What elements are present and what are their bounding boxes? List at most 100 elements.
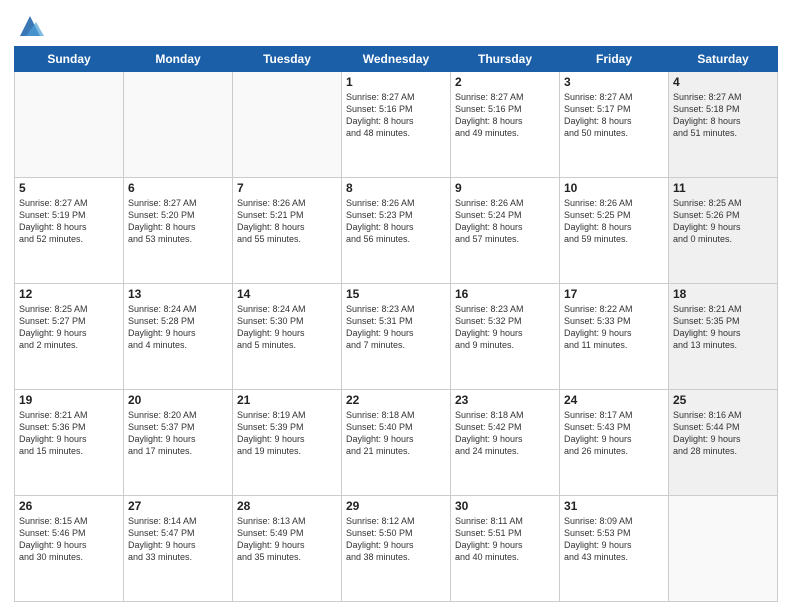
calendar-cell: 13 Sunrise: 8:24 AM Sunset: 5:28 PM Dayli… — [124, 284, 233, 390]
day-info: Sunrise: 8:26 AM Sunset: 5:25 PM Dayligh… — [564, 197, 664, 246]
weekday-header-friday: Friday — [560, 47, 669, 72]
day-info: Sunrise: 8:27 AM Sunset: 5:16 PM Dayligh… — [346, 91, 446, 140]
day-number: 10 — [564, 181, 664, 195]
day-number: 15 — [346, 287, 446, 301]
day-info: Sunrise: 8:23 AM Sunset: 5:32 PM Dayligh… — [455, 303, 555, 352]
day-info: Sunrise: 8:27 AM Sunset: 5:16 PM Dayligh… — [455, 91, 555, 140]
calendar-cell: 2 Sunrise: 8:27 AM Sunset: 5:16 PM Daylig… — [451, 72, 560, 178]
day-info: Sunrise: 8:24 AM Sunset: 5:28 PM Dayligh… — [128, 303, 228, 352]
calendar-cell: 30Sunrise: 8:11 AM Sunset: 5:51 PM Dayli… — [451, 496, 560, 602]
day-number: 16 — [455, 287, 555, 301]
calendar-cell: 21 Sunrise: 8:19 AM Sunset: 5:39 PM Dayli… — [233, 390, 342, 496]
day-info: Sunrise: 8:26 AM Sunset: 5:23 PM Dayligh… — [346, 197, 446, 246]
calendar-week-row: 26 Sunrise: 8:15 AM Sunset: 5:46 PM Dayli… — [15, 496, 778, 602]
day-info: Sunrise: 8:24 AM Sunset: 5:30 PM Dayligh… — [237, 303, 337, 352]
calendar-cell: 10 Sunrise: 8:26 AM Sunset: 5:25 PM Dayli… — [560, 178, 669, 284]
weekday-header-wednesday: Wednesday — [342, 47, 451, 72]
calendar-cell: 14 Sunrise: 8:24 AM Sunset: 5:30 PM Dayli… — [233, 284, 342, 390]
day-number: 28 — [237, 499, 337, 513]
day-info: Sunrise: 8:27 AM Sunset: 5:18 PM Dayligh… — [673, 91, 773, 140]
day-number: 3 — [564, 75, 664, 89]
calendar-cell — [15, 72, 124, 178]
day-info: Sunrise: 8:18 AM Sunset: 5:40 PM Dayligh… — [346, 409, 446, 458]
day-info: Sunrise: 8:25 AM Sunset: 5:26 PM Dayligh… — [673, 197, 773, 246]
day-info: Sunrise: 8:14 AM Sunset: 5:47 PM Dayligh… — [128, 515, 228, 564]
day-number: 12 — [19, 287, 119, 301]
day-number: 6 — [128, 181, 228, 195]
day-number: 20 — [128, 393, 228, 407]
calendar-cell — [669, 496, 778, 602]
calendar-week-row: 12Sunrise: 8:25 AM Sunset: 5:27 PM Dayli… — [15, 284, 778, 390]
day-number: 21 — [237, 393, 337, 407]
calendar-cell: 18 Sunrise: 8:21 AM Sunset: 5:35 PM Dayli… — [669, 284, 778, 390]
calendar-week-row: 1 Sunrise: 8:27 AM Sunset: 5:16 PM Daylig… — [15, 72, 778, 178]
day-info: Sunrise: 8:27 AM Sunset: 5:20 PM Dayligh… — [128, 197, 228, 246]
logo-icon — [16, 12, 44, 40]
day-info: Sunrise: 8:21 AM Sunset: 5:36 PM Dayligh… — [19, 409, 119, 458]
calendar-cell: 9Sunrise: 8:26 AM Sunset: 5:24 PM Daylig… — [451, 178, 560, 284]
day-number: 24 — [564, 393, 664, 407]
day-number: 23 — [455, 393, 555, 407]
day-info: Sunrise: 8:19 AM Sunset: 5:39 PM Dayligh… — [237, 409, 337, 458]
weekday-header-sunday: Sunday — [15, 47, 124, 72]
page-header — [14, 10, 778, 40]
day-number: 25 — [673, 393, 773, 407]
day-number: 7 — [237, 181, 337, 195]
calendar-cell: 24 Sunrise: 8:17 AM Sunset: 5:43 PM Dayli… — [560, 390, 669, 496]
page-container: SundayMondayTuesdayWednesdayThursdayFrid… — [0, 0, 792, 612]
calendar-table: SundayMondayTuesdayWednesdayThursdayFrid… — [14, 46, 778, 602]
day-number: 29 — [346, 499, 446, 513]
day-info: Sunrise: 8:09 AM Sunset: 5:53 PM Dayligh… — [564, 515, 664, 564]
day-info: Sunrise: 8:18 AM Sunset: 5:42 PM Dayligh… — [455, 409, 555, 458]
calendar-cell: 15 Sunrise: 8:23 AM Sunset: 5:31 PM Dayli… — [342, 284, 451, 390]
calendar-cell: 31 Sunrise: 8:09 AM Sunset: 5:53 PM Dayli… — [560, 496, 669, 602]
calendar-cell: 29 Sunrise: 8:12 AM Sunset: 5:50 PM Dayli… — [342, 496, 451, 602]
calendar-week-row: 5Sunrise: 8:27 AM Sunset: 5:19 PM Daylig… — [15, 178, 778, 284]
day-info: Sunrise: 8:27 AM Sunset: 5:17 PM Dayligh… — [564, 91, 664, 140]
calendar-cell: 7 Sunrise: 8:26 AM Sunset: 5:21 PM Daylig… — [233, 178, 342, 284]
calendar-cell: 8 Sunrise: 8:26 AM Sunset: 5:23 PM Daylig… — [342, 178, 451, 284]
calendar-cell: 1 Sunrise: 8:27 AM Sunset: 5:16 PM Daylig… — [342, 72, 451, 178]
weekday-header-tuesday: Tuesday — [233, 47, 342, 72]
day-info: Sunrise: 8:16 AM Sunset: 5:44 PM Dayligh… — [673, 409, 773, 458]
day-info: Sunrise: 8:15 AM Sunset: 5:46 PM Dayligh… — [19, 515, 119, 564]
day-number: 5 — [19, 181, 119, 195]
calendar-cell — [233, 72, 342, 178]
day-number: 8 — [346, 181, 446, 195]
calendar-cell: 3 Sunrise: 8:27 AM Sunset: 5:17 PM Daylig… — [560, 72, 669, 178]
day-info: Sunrise: 8:23 AM Sunset: 5:31 PM Dayligh… — [346, 303, 446, 352]
day-number: 27 — [128, 499, 228, 513]
calendar-cell: 22 Sunrise: 8:18 AM Sunset: 5:40 PM Dayli… — [342, 390, 451, 496]
calendar-cell: 4 Sunrise: 8:27 AM Sunset: 5:18 PM Daylig… — [669, 72, 778, 178]
calendar-cell: 28 Sunrise: 8:13 AM Sunset: 5:49 PM Dayli… — [233, 496, 342, 602]
weekday-header-thursday: Thursday — [451, 47, 560, 72]
calendar-cell: 6 Sunrise: 8:27 AM Sunset: 5:20 PM Daylig… — [124, 178, 233, 284]
day-number: 19 — [19, 393, 119, 407]
day-number: 1 — [346, 75, 446, 89]
day-info: Sunrise: 8:26 AM Sunset: 5:21 PM Dayligh… — [237, 197, 337, 246]
day-info: Sunrise: 8:12 AM Sunset: 5:50 PM Dayligh… — [346, 515, 446, 564]
day-number: 26 — [19, 499, 119, 513]
day-number: 18 — [673, 287, 773, 301]
day-info: Sunrise: 8:17 AM Sunset: 5:43 PM Dayligh… — [564, 409, 664, 458]
calendar-cell: 16 Sunrise: 8:23 AM Sunset: 5:32 PM Dayli… — [451, 284, 560, 390]
day-info: Sunrise: 8:26 AM Sunset: 5:24 PM Dayligh… — [455, 197, 555, 246]
calendar-cell: 27 Sunrise: 8:14 AM Sunset: 5:47 PM Dayli… — [124, 496, 233, 602]
day-number: 31 — [564, 499, 664, 513]
day-number: 2 — [455, 75, 555, 89]
day-number: 30 — [455, 499, 555, 513]
calendar-cell: 25 Sunrise: 8:16 AM Sunset: 5:44 PM Dayli… — [669, 390, 778, 496]
day-number: 4 — [673, 75, 773, 89]
day-number: 13 — [128, 287, 228, 301]
calendar-week-row: 19 Sunrise: 8:21 AM Sunset: 5:36 PM Dayli… — [15, 390, 778, 496]
day-info: Sunrise: 8:20 AM Sunset: 5:37 PM Dayligh… — [128, 409, 228, 458]
weekday-header-saturday: Saturday — [669, 47, 778, 72]
day-number: 14 — [237, 287, 337, 301]
calendar-cell: 12Sunrise: 8:25 AM Sunset: 5:27 PM Dayli… — [15, 284, 124, 390]
weekday-header-row: SundayMondayTuesdayWednesdayThursdayFrid… — [15, 47, 778, 72]
calendar-cell: 26 Sunrise: 8:15 AM Sunset: 5:46 PM Dayli… — [15, 496, 124, 602]
day-info: Sunrise: 8:22 AM Sunset: 5:33 PM Dayligh… — [564, 303, 664, 352]
day-info: Sunrise: 8:21 AM Sunset: 5:35 PM Dayligh… — [673, 303, 773, 352]
day-info: Sunrise: 8:13 AM Sunset: 5:49 PM Dayligh… — [237, 515, 337, 564]
day-number: 22 — [346, 393, 446, 407]
